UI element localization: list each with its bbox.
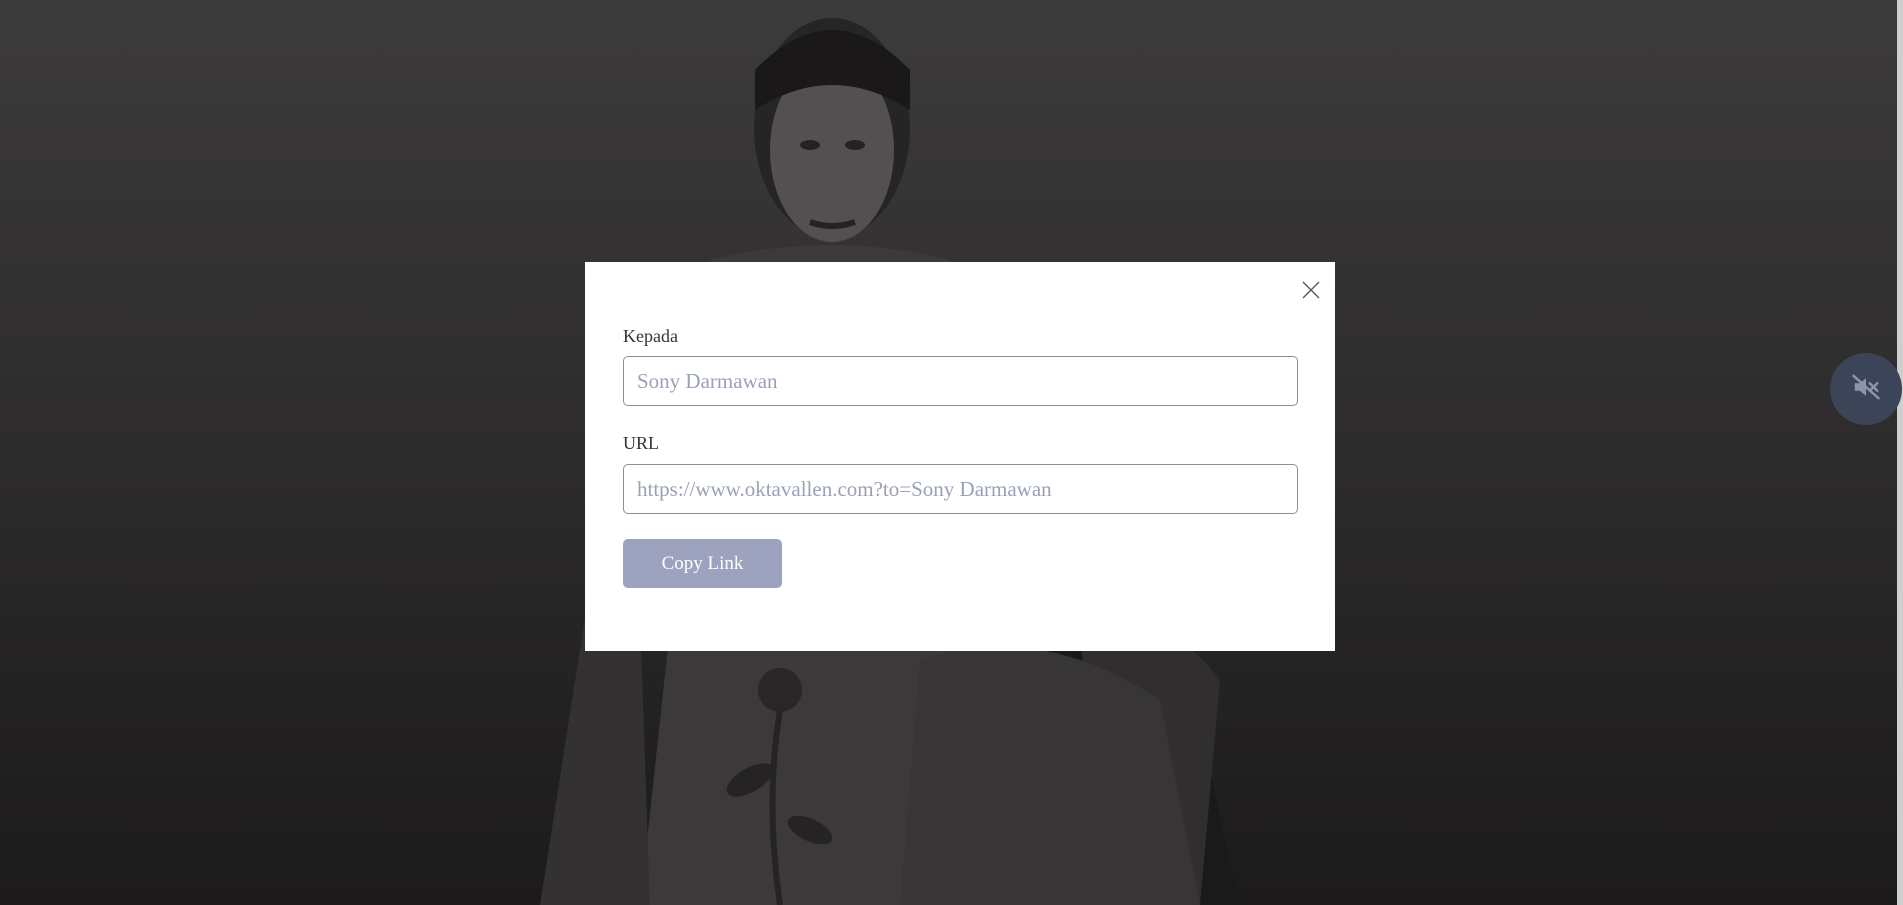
recipient-input[interactable] [623,356,1298,406]
speaker-muted-icon [1851,372,1881,406]
url-label: URL [623,433,659,453]
close-button[interactable] [1297,278,1325,306]
copy-link-button[interactable]: Copy Link [623,539,782,588]
share-invitation-modal: Kepada URL Copy Link [585,262,1335,651]
url-input[interactable] [623,464,1298,514]
scrollbar-edge [1897,0,1903,905]
recipient-label: Kepada [623,326,678,346]
audio-toggle-button[interactable] [1830,353,1902,425]
close-icon [1302,281,1320,303]
